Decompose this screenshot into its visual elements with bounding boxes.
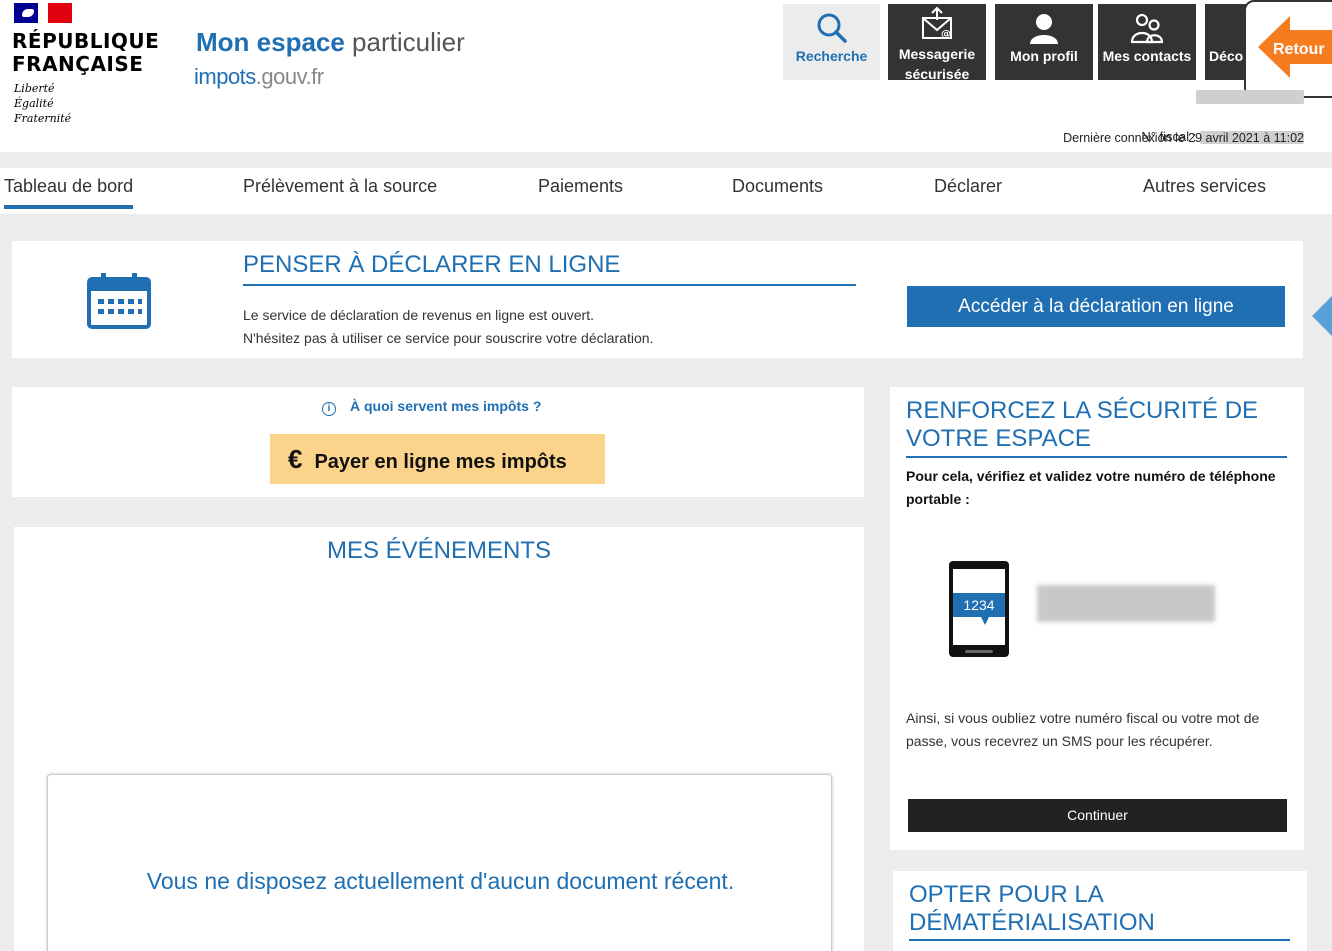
side-tab-arrow-icon[interactable] bbox=[1312, 296, 1332, 336]
demat-divider bbox=[909, 939, 1290, 941]
nav-documents[interactable]: Documents bbox=[732, 176, 823, 197]
security-divider bbox=[906, 456, 1287, 458]
contacts-button[interactable]: Mes contacts bbox=[1098, 4, 1196, 80]
site-title[interactable]: Mon espace particulier bbox=[196, 27, 465, 58]
search-icon bbox=[814, 10, 850, 46]
nav-declarer[interactable]: Déclarer bbox=[934, 176, 1002, 197]
nav-autres-services[interactable]: Autres services bbox=[1143, 176, 1266, 197]
declare-divider bbox=[243, 284, 856, 286]
header: RÉPUBLIQUE FRANÇAISE Liberté Égalité Fra… bbox=[0, 0, 1332, 152]
phone-code: 1234 bbox=[963, 597, 994, 613]
redacted-phone-number bbox=[1037, 585, 1215, 622]
messagerie-button[interactable]: @ Messagerie sécurisée bbox=[888, 4, 986, 82]
search-button[interactable]: Recherche bbox=[783, 4, 880, 80]
declare-online-button[interactable]: Accéder à la déclaration en ligne bbox=[907, 286, 1285, 327]
messagerie-label-1: Messagerie bbox=[898, 46, 976, 62]
republique-francaise-logo: RÉPUBLIQUE FRANÇAISE bbox=[12, 29, 160, 76]
retour-label: Retour bbox=[1273, 41, 1325, 58]
pay-panel: iÀ quoi servent mes impôts ? € Payer en l… bbox=[12, 387, 864, 497]
retour-button[interactable]: Retour bbox=[1244, 0, 1332, 98]
security-text: Ainsi, si vous oubliez votre numéro fisc… bbox=[906, 710, 1260, 749]
info-link[interactable]: iÀ quoi servent mes impôts ? bbox=[322, 398, 541, 416]
back-arrow-icon: Retour bbox=[1258, 16, 1332, 78]
declare-title: PENSER À DÉCLARER EN LIGNE bbox=[243, 251, 621, 278]
info-icon: i bbox=[322, 402, 336, 416]
euro-icon: € bbox=[288, 444, 303, 474]
nav-paiements[interactable]: Paiements bbox=[538, 176, 623, 197]
security-panel: RENFORCEZ LA SÉCURITÉ DE VOTRE ESPACE Po… bbox=[890, 387, 1304, 850]
declare-text: Le service de déclaration de revenus en … bbox=[243, 307, 654, 346]
logout-label: Déco bbox=[1209, 48, 1244, 64]
user-icon bbox=[1026, 10, 1062, 46]
search-label: Recherche bbox=[795, 48, 868, 64]
declare-panel: PENSER À DÉCLARER EN LIGNE Le service de… bbox=[12, 241, 1303, 358]
events-title: MES ÉVÉNEMENTS bbox=[326, 537, 552, 564]
profile-button[interactable]: Mon profil bbox=[995, 4, 1093, 80]
contacts-label: Mes contacts bbox=[1102, 48, 1192, 64]
svg-text:@: @ bbox=[941, 29, 951, 40]
messagerie-label-2: sécurisée bbox=[904, 66, 970, 82]
last-connection: Dernière connexion le 29 avril 2021 à 11… bbox=[1063, 131, 1304, 145]
demat-title: OPTER POUR LA DÉMATÉRIALISATION bbox=[909, 881, 1155, 936]
main-nav: Tableau de bord Prélèvement à la source … bbox=[0, 168, 1332, 214]
events-panel: MES ÉVÉNEMENTS Vous ne disposez actuelle… bbox=[14, 527, 864, 951]
nav-prelevement[interactable]: Prélèvement à la source bbox=[243, 176, 437, 197]
nav-tableau-de-bord[interactable]: Tableau de bord bbox=[4, 176, 134, 209]
redacted-name bbox=[1196, 89, 1304, 104]
phone-sms-icon: 1234 bbox=[949, 561, 1009, 657]
republique-motto: Liberté Égalité Fraternité bbox=[14, 82, 72, 125]
pay-online-label: Payer en ligne mes impôts bbox=[314, 451, 567, 473]
profile-label: Mon profil bbox=[1010, 48, 1078, 64]
contacts-icon bbox=[1129, 10, 1165, 46]
dematerialisation-panel: OPTER POUR LA DÉMATÉRIALISATION bbox=[893, 871, 1307, 951]
security-subtitle: Pour cela, vérifiez et validez votre num… bbox=[906, 468, 1276, 507]
security-title: RENFORCEZ LA SÉCURITÉ DE VOTRE ESPACE bbox=[906, 397, 1259, 452]
continue-button[interactable]: Continuer bbox=[908, 799, 1287, 832]
events-empty-card: Vous ne disposez actuellement d'aucun do… bbox=[47, 774, 832, 951]
calendar-icon bbox=[87, 273, 151, 329]
french-flag-logo bbox=[14, 3, 72, 23]
secure-mail-icon: @ bbox=[919, 6, 955, 42]
events-empty-message: Vous ne disposez actuellement d'aucun do… bbox=[146, 868, 735, 894]
pay-online-button[interactable]: € Payer en ligne mes impôts bbox=[270, 434, 605, 484]
site-domain[interactable]: impots.gouv.fr bbox=[194, 64, 324, 90]
